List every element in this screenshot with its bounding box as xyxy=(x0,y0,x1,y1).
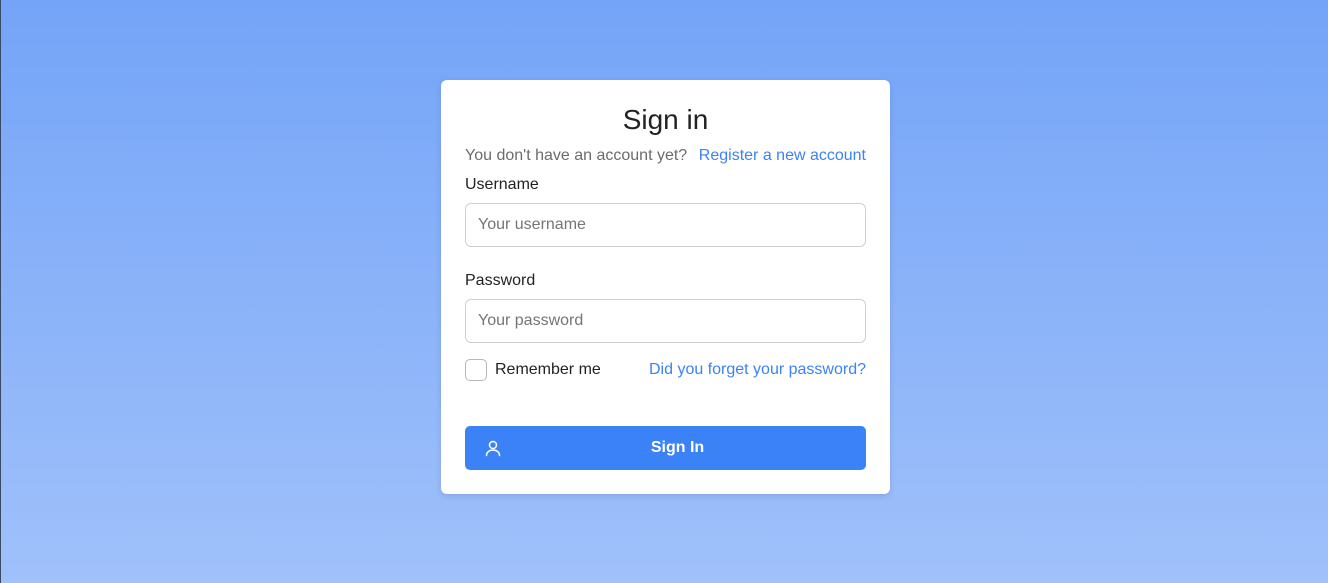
username-label: Username xyxy=(465,176,539,193)
page-title: Sign in xyxy=(622,104,709,135)
password-label: Password xyxy=(465,272,536,289)
sign-in-button-label: Sign In xyxy=(650,439,705,456)
remember-checkbox[interactable] xyxy=(465,359,487,381)
remember-label: Remember me xyxy=(495,361,601,378)
window-edge xyxy=(0,0,1,583)
sign-in-button[interactable]: Sign In xyxy=(465,426,866,470)
options-row: Remember me Did you forget your password… xyxy=(465,359,866,381)
no-account-text: You don't have an account yet? xyxy=(465,147,688,164)
password-input[interactable] xyxy=(465,299,866,343)
register-row: You don't have an account yet? Register … xyxy=(465,146,866,166)
forgot-password-link[interactable]: Did you forget your password? xyxy=(649,361,866,379)
user-icon xyxy=(485,440,501,457)
username-input[interactable] xyxy=(465,203,866,247)
signin-card: Sign in You don't have an account yet? R… xyxy=(441,80,890,494)
register-link[interactable]: Register a new account xyxy=(699,146,866,166)
remember-me[interactable]: Remember me xyxy=(465,359,601,381)
